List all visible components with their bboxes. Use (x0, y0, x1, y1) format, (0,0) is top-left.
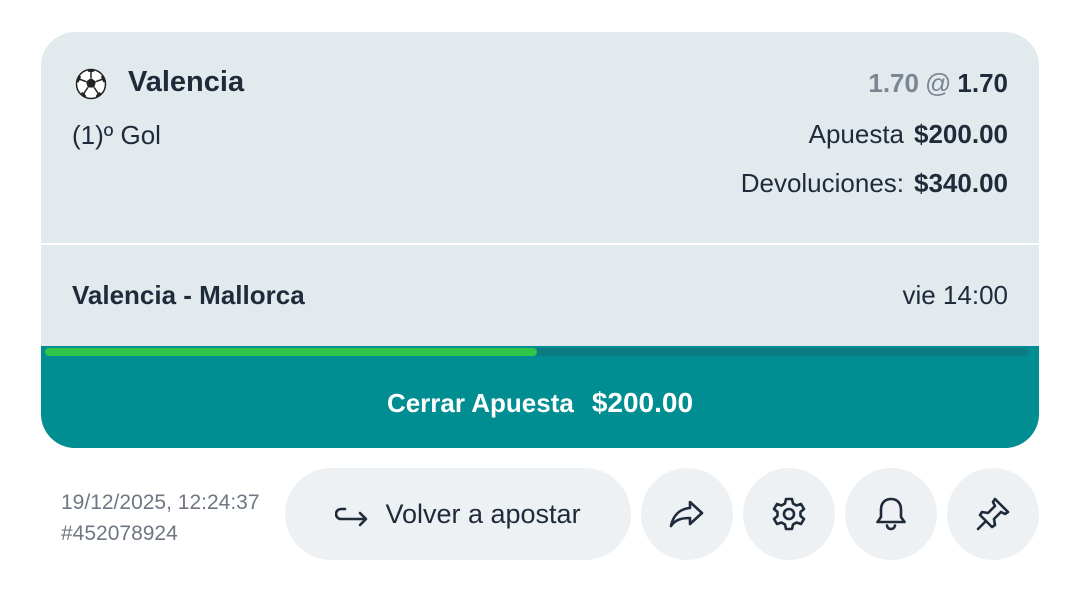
gear-icon (771, 496, 807, 532)
returns-label: Devoluciones: (740, 168, 905, 198)
pin-icon (974, 495, 1012, 533)
returns-value: $340.00 (914, 168, 1008, 198)
odds-current: 1.70 (957, 68, 1008, 98)
share-button[interactable] (641, 468, 733, 560)
cashout-label: Cerrar Apuesta (386, 387, 574, 418)
bet-meta: 19/12/2025, 12:24:37 #452078924 (61, 487, 260, 549)
rebet-button[interactable]: Volver a apostar (285, 468, 631, 560)
market-name: (1)º Gol (72, 120, 161, 150)
return-arrow-icon (335, 499, 371, 529)
bet-details: Valencia (1)º Gol 1.70 @ 1.70 Apuesta $2… (41, 32, 1039, 243)
bet-id: #452078924 (61, 522, 178, 545)
bell-icon (874, 496, 908, 532)
divider (41, 243, 1039, 245)
soccer-ball-icon (75, 68, 107, 100)
pin-button[interactable] (947, 468, 1039, 560)
cashout-button[interactable]: Cerrar Apuesta $200.00 (41, 346, 1039, 448)
stake-value: $200.00 (914, 119, 1008, 149)
settings-button[interactable] (743, 468, 835, 560)
notifications-button[interactable] (845, 468, 937, 560)
odds: 1.70 @ 1.70 (868, 68, 1008, 99)
cashout-amount: $200.00 (591, 387, 694, 418)
odds-original: 1.70 (868, 68, 919, 98)
bet-card: Valencia (1)º Gol 1.70 @ 1.70 Apuesta $2… (41, 32, 1039, 448)
selection-name: Valencia (128, 66, 245, 98)
event-time: vie 14:00 (902, 280, 1008, 310)
share-arrow-icon (668, 498, 706, 530)
odds-at-sign: @ (924, 68, 952, 98)
rebet-label: Volver a apostar (385, 498, 581, 529)
bet-timestamp: 19/12/2025, 12:24:37 (61, 491, 260, 514)
cashout-progress-fill (45, 348, 537, 356)
stake-row: Apuesta $200.00 (809, 119, 1008, 150)
cashout-progress-track (45, 348, 1029, 356)
stake-label: Apuesta (808, 119, 905, 149)
event-name: Valencia - Mallorca (72, 280, 305, 310)
returns-row: Devoluciones: $340.00 (741, 168, 1008, 199)
